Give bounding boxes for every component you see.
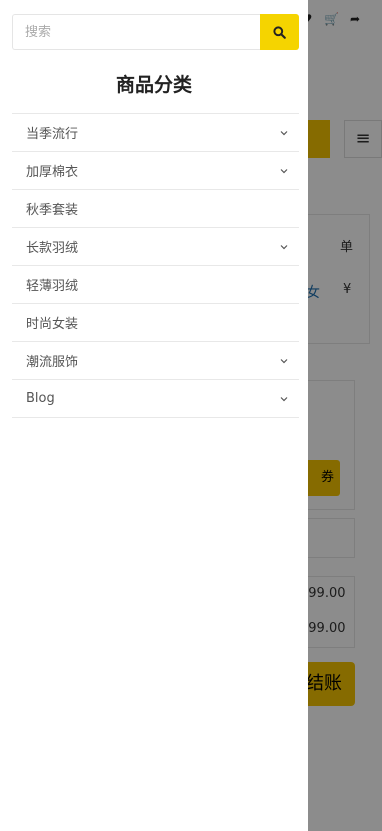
chevron-down-icon[interactable] [279,394,289,404]
search-icon [273,25,286,39]
search-bar [12,14,299,50]
category-label: 潮流服饰 [26,355,79,370]
category-list: 当季流行加厚棉衣秋季套装长款羽绒轻薄羽绒时尚女装潮流服饰 Blog [12,113,299,418]
category-item[interactable]: 秋季套装 [12,190,299,228]
category-item[interactable]: 加厚棉衣 [12,152,299,190]
drawer-title: 商品分类 [115,74,192,96]
chevron-down-icon[interactable] [279,166,289,176]
category-label: Blog [26,391,55,406]
category-label: 秋季套装 [26,203,79,218]
category-item[interactable]: 当季流行 [12,114,299,152]
category-item[interactable]: 潮流服饰 [12,342,299,380]
category-label: 时尚女装 [26,317,79,332]
category-item[interactable]: 时尚女装 [12,304,299,342]
category-item[interactable]: 长款羽绒 [12,228,299,266]
chevron-down-icon[interactable] [279,356,289,366]
chevron-down-icon[interactable] [279,128,289,138]
search-button[interactable] [260,14,299,50]
category-label: 当季流行 [26,127,79,142]
category-item[interactable]: Blog [12,380,299,418]
chevron-down-icon[interactable] [279,242,289,252]
category-drawer: 商品分类 当季流行加厚棉衣秋季套装长款羽绒轻薄羽绒时尚女装潮流服饰 Blog [0,0,308,831]
category-label: 轻薄羽绒 [26,279,79,294]
category-label: 长款羽绒 [26,241,79,256]
search-input[interactable] [12,14,260,50]
category-item[interactable]: 轻薄羽绒 [12,266,299,304]
category-label: 加厚棉衣 [26,165,79,180]
